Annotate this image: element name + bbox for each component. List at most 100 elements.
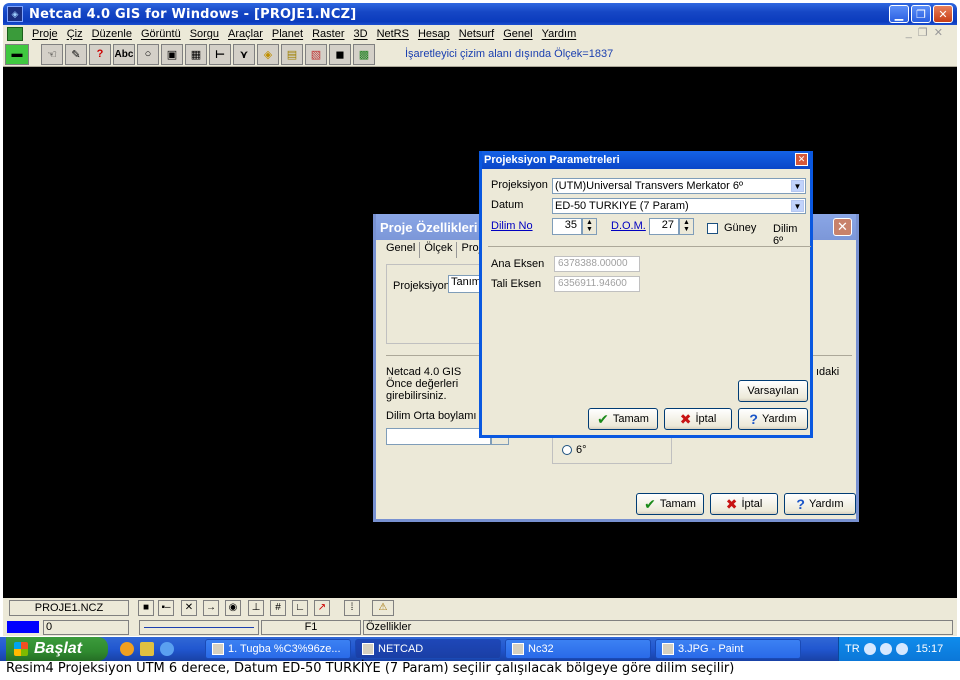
radio-6-label: 6° <box>576 444 587 456</box>
menu-ciz[interactable]: Çiz <box>67 28 83 40</box>
menu-planet[interactable]: Planet <box>272 28 303 40</box>
close-icon[interactable]: ✕ <box>833 218 852 236</box>
menu-sorgu[interactable]: Sorgu <box>190 28 219 40</box>
snap-perpendicular-icon[interactable]: ⊥ <box>248 600 264 616</box>
chevron-down-icon[interactable]: ▼ <box>791 200 804 212</box>
draw-icon[interactable]: ▬ <box>5 43 29 65</box>
taskbar-item-nc32[interactable]: Nc32 <box>505 639 651 659</box>
snap-nearest-icon[interactable]: ↗ <box>314 600 330 616</box>
cancel-button[interactable]: ✖ İptal <box>710 493 778 515</box>
menu-netrs[interactable]: NetRS <box>377 28 409 40</box>
restore-button[interactable]: ❐ <box>911 5 931 23</box>
start-button[interactable]: Başlat <box>6 637 108 661</box>
radio-circle-icon[interactable] <box>562 445 572 455</box>
taskbar-item-netcad[interactable]: NETCAD <box>355 639 501 659</box>
dilim-orta-input[interactable]: 0 <box>386 428 491 445</box>
menu-goruntu[interactable]: Görüntü <box>141 28 181 40</box>
menu-3d[interactable]: 3D <box>354 28 368 40</box>
function-key: F1 <box>261 620 361 635</box>
snap-point-icon[interactable]: ■ <box>138 600 154 616</box>
layer-value[interactable]: 0 <box>43 620 129 635</box>
snap-center-icon[interactable]: ◉ <box>225 600 241 616</box>
menu-yardim[interactable]: Yardım <box>542 28 577 40</box>
language-indicator[interactable]: TR <box>845 643 860 655</box>
menu-netsurf[interactable]: Netsurf <box>459 28 494 40</box>
text-icon[interactable]: Abc <box>113 43 135 65</box>
menu-araclar[interactable]: Araçlar <box>228 28 263 40</box>
dimension-icon[interactable]: ⊢ <box>209 43 231 65</box>
checkmark-icon: ✔ <box>644 495 656 512</box>
messenger-icon[interactable] <box>140 642 154 656</box>
snap-ortho-icon[interactable]: ∟ <box>292 600 308 616</box>
table-icon[interactable]: ▤ <box>281 43 303 65</box>
cancel-button[interactable]: ✖ İptal <box>664 408 732 430</box>
menu-proje[interactable]: Proje <box>32 28 58 40</box>
taskbar-item-browser[interactable]: 1. Tugba %C3%96ze... <box>205 639 351 659</box>
ok-button[interactable]: ✔ Tamam <box>588 408 658 430</box>
ok-button[interactable]: ✔ Tamam <box>636 493 704 515</box>
fill-icon[interactable]: ◈ <box>257 43 279 65</box>
snap-mid-icon[interactable]: → <box>203 600 219 616</box>
dilim-no-input[interactable]: 35 <box>552 218 582 235</box>
snap-intersection-icon[interactable]: ✕ <box>181 600 197 616</box>
dom-spinner[interactable]: ▲ ▼ <box>679 218 694 235</box>
varsayilan-button[interactable]: Varsayılan <box>738 380 808 402</box>
line-type-preview[interactable] <box>139 620 259 635</box>
help-button[interactable]: ? Yardım <box>738 408 808 430</box>
hatch-icon[interactable]: ▧ <box>305 43 327 65</box>
snap-grid-icon[interactable]: # <box>270 600 286 616</box>
status-bar: PROJE1.NCZ ■ ▪– ✕ → ◉ ⊥ # ∟ ↗ ⁞ ⚠ <box>3 598 957 618</box>
document-icon[interactable] <box>7 26 23 41</box>
taskbar-item-paint[interactable]: 3.JPG - Paint <box>655 639 801 659</box>
matrix-icon[interactable]: ▩ <box>353 43 375 65</box>
chevron-down-icon[interactable]: ▼ <box>791 180 804 192</box>
menu-genel[interactable]: Genel <box>503 28 532 40</box>
dom-link[interactable]: D.O.M. <box>611 220 646 232</box>
warning-icon[interactable]: ⚠ <box>372 600 394 616</box>
datum-label: Datum <box>491 199 524 211</box>
security-icon[interactable] <box>895 643 908 655</box>
dom-input[interactable]: 27 <box>649 218 679 235</box>
close-window-button[interactable]: ✕ <box>933 5 953 23</box>
circle-icon[interactable]: ○ <box>137 43 159 65</box>
dilim-no-link[interactable]: Dilim No <box>491 220 533 232</box>
snap-end-icon[interactable]: ▪– <box>158 600 174 616</box>
radio-6-degree[interactable]: 6° <box>562 444 587 456</box>
tab-genel[interactable]: Genel <box>382 242 421 258</box>
layer-color-swatch[interactable] <box>7 621 39 633</box>
cross-icon: ✖ <box>679 410 692 427</box>
browser-icon[interactable] <box>120 642 134 656</box>
cube-icon[interactable]: ◼ <box>329 43 351 65</box>
close-icon[interactable]: ✕ <box>795 153 808 166</box>
grid-icon[interactable]: ▦ <box>185 43 207 65</box>
menu-duzenle[interactable]: Düzenle <box>92 28 132 40</box>
projeksiyon-field[interactable]: Tanıms <box>448 275 482 293</box>
dilim-no-spinner[interactable]: ▲ ▼ <box>582 218 597 235</box>
datum-select[interactable]: ED-50 TURKIYE (7 Param) ▼ <box>552 198 806 214</box>
minimize-button[interactable]: ▁ <box>889 5 909 23</box>
tab-olcek[interactable]: Ölçek <box>420 242 458 258</box>
guney-checkbox[interactable] <box>707 223 718 234</box>
hand-icon[interactable]: ☜ <box>41 43 63 65</box>
pen-icon[interactable]: ✎ <box>65 43 87 65</box>
task-label: 3.JPG - Paint <box>678 643 744 655</box>
internet-explorer-icon[interactable] <box>160 642 174 656</box>
network-icon[interactable] <box>863 643 876 655</box>
checkmark-icon: ✔ <box>597 410 609 427</box>
snap-dots-icon[interactable]: ⁞ <box>344 600 360 616</box>
projeksiyon-select[interactable]: (UTM)Universal Transvers Merkator 6º ▼ <box>552 178 806 194</box>
menu-raster[interactable]: Raster <box>312 28 344 40</box>
frame-icon[interactable]: ▣ <box>161 43 183 65</box>
volume-icon[interactable] <box>879 643 892 655</box>
netcad-app-icon[interactable]: ◈ <box>7 6 23 22</box>
status-bar-secondary: 0 F1 Özellikler <box>3 618 957 636</box>
polyline-icon[interactable]: ⋎ <box>233 43 255 65</box>
guney-label: Güney <box>724 222 757 234</box>
help-button[interactable]: ? Yardım <box>784 493 856 515</box>
mdi-window-controls[interactable]: _❐✕ <box>906 26 949 39</box>
ana-eksen-label: Ana Eksen <box>491 258 545 270</box>
tali-eksen-label: Tali Eksen <box>491 278 542 290</box>
help-icon[interactable]: ? <box>89 43 111 65</box>
toolbar: ▬ ☜ ✎ ? Abc ○ ▣ ▦ ⊢ ⋎ ◈ ▤ ▧ ◼ ▩ İşaretle… <box>3 42 957 67</box>
menu-hesap[interactable]: Hesap <box>418 28 450 40</box>
